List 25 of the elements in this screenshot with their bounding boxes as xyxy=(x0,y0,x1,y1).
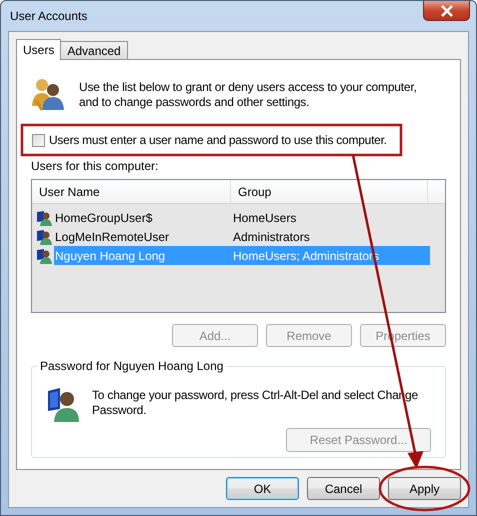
user-icon xyxy=(36,248,52,264)
close-icon xyxy=(440,4,454,16)
table-cell-text: Nguyen Hoang Long xyxy=(54,248,166,262)
table-cell[interactable]: HomeGroupUser$ xyxy=(54,210,233,224)
table-cell[interactable]: LogMeInRemoteUser xyxy=(54,230,233,244)
push-button[interactable]: Cancel xyxy=(307,477,380,500)
user-computer-icon xyxy=(46,387,80,423)
checkbox[interactable] xyxy=(32,134,45,146)
section-label: Users for this computer: xyxy=(31,159,158,173)
table-cell[interactable]: HomeUsers xyxy=(233,210,296,224)
tab[interactable]: Advanced xyxy=(60,41,128,59)
instruction-text: Use the list below to grant or deny users access to your computer, and to change passwords and other settings. xyxy=(79,80,418,110)
users-icon xyxy=(31,76,65,112)
close-button[interactable] xyxy=(423,1,470,21)
push-button[interactable]: Apply xyxy=(388,477,461,500)
column-header[interactable]: Group xyxy=(231,180,428,203)
checkbox-label[interactable]: Users must enter a user name and password to use this computer. xyxy=(49,133,387,147)
column-header[interactable]: User Name xyxy=(32,180,231,203)
group-title: Password for Nguyen Hoang Long xyxy=(37,359,226,373)
user-icon xyxy=(36,210,52,226)
user-icon xyxy=(36,228,52,244)
push-button[interactable]: OK xyxy=(226,477,299,500)
window-title: User Accounts xyxy=(10,9,88,23)
table-cell[interactable]: Administrators xyxy=(233,230,310,244)
tab[interactable]: Users xyxy=(16,39,62,60)
